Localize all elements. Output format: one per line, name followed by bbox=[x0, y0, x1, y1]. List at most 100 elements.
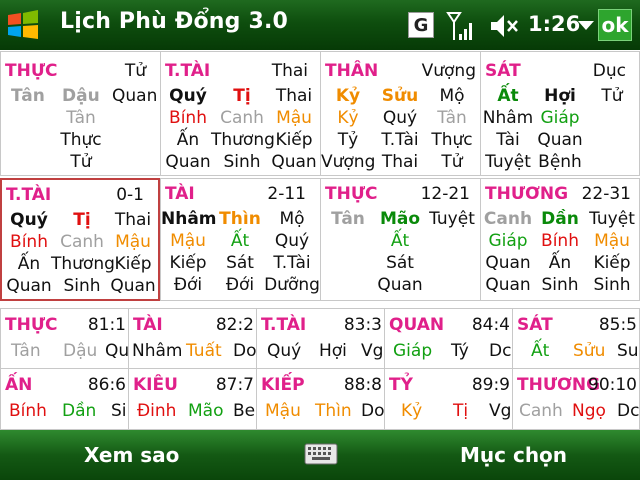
hidden-stem: Mậu bbox=[170, 231, 206, 251]
life-stage: Dc bbox=[489, 341, 512, 361]
life-stage: Sinh bbox=[63, 276, 101, 296]
pillar-cell-day[interactable]: T.TÀI Thai Quý Tị Thai Bính Canh Mậu Ấn … bbox=[160, 51, 321, 176]
pillar-cell-month[interactable]: THÂN Vượng Kỷ Sửu Mộ Kỷ Quý Tân Tỷ T.Tài… bbox=[320, 51, 481, 176]
cell-status: Thai bbox=[271, 61, 308, 81]
year-index: 86:6 bbox=[87, 375, 126, 395]
year-index: 81:1 bbox=[87, 315, 126, 335]
cell-title: THỰC bbox=[5, 61, 58, 81]
xem-sao-button[interactable]: Xem sao bbox=[84, 443, 179, 467]
luck-cell[interactable]: THỰC 12-21 Tân Mão Tuyệt Ất Sát Quan bbox=[320, 178, 481, 301]
earthly-branch: Sửu bbox=[573, 341, 606, 361]
year-cell[interactable]: QUAN 84:4 Giáp Tý Dc bbox=[384, 308, 513, 369]
life-stage: Tử bbox=[441, 152, 463, 172]
life-stage: Su bbox=[617, 341, 639, 361]
heavenly-stem: Nhâm bbox=[132, 341, 183, 361]
hidden-stem: Giáp bbox=[488, 231, 528, 251]
life-stage: Sinh bbox=[223, 152, 261, 172]
ten-god: Tài bbox=[496, 130, 520, 150]
year-cell[interactable]: THƯƠNG 90:10 Canh Ngọ Dc bbox=[512, 368, 640, 430]
life-stage: Vg bbox=[489, 401, 512, 421]
ten-god: Ấn bbox=[548, 253, 572, 273]
cell-status: Dục bbox=[592, 61, 626, 81]
title-bar: Lịch Phù Đổng 3.0 G 1:26 ok bbox=[0, 0, 640, 50]
life-stage: Bệnh bbox=[538, 152, 582, 172]
year-index: 85:5 bbox=[598, 315, 637, 335]
life-stage: Qu bbox=[105, 341, 129, 361]
cell-title: THÂN bbox=[325, 61, 379, 81]
life-stage: Đới bbox=[225, 275, 255, 295]
cell-title: T.TÀI bbox=[6, 185, 52, 205]
keyboard-icon[interactable] bbox=[304, 442, 338, 466]
volume-mute-icon[interactable] bbox=[488, 12, 520, 40]
ten-god: Thực bbox=[431, 130, 473, 150]
clock[interactable]: 1:26 bbox=[528, 12, 580, 36]
ten-god: Thương bbox=[51, 254, 115, 274]
hidden-stem: Tân bbox=[437, 108, 467, 128]
hidden-stem: Mậu bbox=[594, 231, 630, 251]
cell-status-2: Tuyệt bbox=[589, 209, 635, 229]
cell-title: ẤN bbox=[5, 375, 33, 395]
cell-title: SÁT bbox=[517, 315, 553, 335]
luck-cell[interactable]: THƯƠNG 22-31 Canh Dần Tuyệt Giáp Bính Mậ… bbox=[480, 178, 640, 301]
year-cell[interactable]: ẤN 86:6 Bính Dần Si bbox=[0, 368, 129, 430]
ten-god: Tỷ bbox=[337, 130, 359, 150]
cell-title: TỶ bbox=[389, 375, 413, 395]
life-stage: Quan bbox=[485, 275, 531, 295]
year-cell[interactable]: TỶ 89:9 Kỷ Tị Vg bbox=[384, 368, 513, 430]
life-stage: Do bbox=[233, 341, 257, 361]
cell-title: T.TÀI bbox=[165, 61, 211, 81]
earthly-branch: Tị bbox=[73, 210, 91, 230]
earthly-branch: Dần bbox=[541, 209, 579, 229]
hidden-stem: Ất bbox=[390, 231, 410, 251]
earthly-branch: Tuất bbox=[186, 341, 222, 361]
earthly-branch: Dậu bbox=[63, 341, 98, 361]
year-cell[interactable]: KIẾP 88:8 Mậu Thìn Do bbox=[256, 368, 385, 430]
age-range: 0-1 bbox=[116, 185, 144, 205]
year-cell[interactable]: THỰC 81:1 Tân Dậu Qu bbox=[0, 308, 129, 369]
g-icon[interactable]: G bbox=[408, 12, 434, 38]
hidden-stem: Canh bbox=[220, 108, 264, 128]
year-cell[interactable]: KIÊU 87:7 Đinh Mão Be bbox=[128, 368, 257, 430]
year-index: 83:3 bbox=[343, 315, 382, 335]
app-title: Lịch Phù Đổng 3.0 bbox=[60, 9, 289, 34]
life-stage: Dưỡng bbox=[264, 275, 320, 295]
year-cell[interactable]: SÁT 85:5 Ất Sửu Su bbox=[512, 308, 640, 369]
pillar-cell-year[interactable]: SÁT Dục Ất Hợi Tử Nhâm Giáp Tài Quan Tuy… bbox=[480, 51, 640, 176]
life-stage: Tử bbox=[70, 152, 92, 172]
luck-cell[interactable]: TÀI 2-11 Nhâm Thìn Mộ Mậu Ất Quý Kiếp Sá… bbox=[160, 178, 321, 301]
hidden-stem: Bính bbox=[541, 231, 579, 251]
year-cell[interactable]: TÀI 82:2 Nhâm Tuất Do bbox=[128, 308, 257, 369]
hidden-stem: Canh bbox=[60, 232, 104, 252]
ten-god: Quan bbox=[485, 253, 531, 273]
ok-button[interactable]: ok bbox=[598, 9, 632, 41]
dropdown-arrow-icon[interactable] bbox=[578, 21, 594, 30]
cell-title: THỰC bbox=[325, 184, 378, 204]
earthly-branch: Tý bbox=[451, 341, 469, 361]
life-stage: Be bbox=[233, 401, 256, 421]
heavenly-stem: Đinh bbox=[137, 401, 177, 421]
heavenly-stem: Quý bbox=[169, 86, 207, 106]
life-stage: Tuyệt bbox=[485, 152, 531, 172]
hidden-stem: Nhâm bbox=[482, 108, 534, 128]
ten-god: Kiếp bbox=[169, 253, 207, 273]
year-index: 87:7 bbox=[215, 375, 254, 395]
year-index: 90:10 bbox=[588, 375, 637, 395]
life-stage: Sinh bbox=[593, 275, 631, 295]
muc-chon-button[interactable]: Mục chọn bbox=[460, 443, 567, 467]
earthly-branch: Thìn bbox=[315, 401, 352, 421]
hidden-stem: Mậu bbox=[115, 232, 151, 252]
ten-god: Kiếp bbox=[275, 130, 313, 150]
luck-cell-selected[interactable]: T.TÀI 0-1 Quý Tị Thai Bính Canh Mậu Ấn T… bbox=[0, 178, 160, 301]
earthly-branch: Tị bbox=[453, 401, 469, 421]
year-cell[interactable]: T.TÀI 83:3 Quý Hợi Vg bbox=[256, 308, 385, 369]
windows-logo-icon[interactable] bbox=[4, 6, 42, 44]
pillar-cell-hour[interactable]: THỰC Tử Tân Dậu Quan Tân Thực Tử bbox=[0, 51, 161, 176]
signal-icon[interactable] bbox=[446, 10, 476, 42]
life-stage: Đới bbox=[173, 275, 203, 295]
cell-status-2: Quan bbox=[112, 86, 158, 106]
heavenly-stem: Quý bbox=[267, 341, 302, 361]
earthly-branch: Sửu bbox=[381, 86, 419, 106]
life-stage: Vg bbox=[361, 341, 384, 361]
hidden-stem: Quý bbox=[382, 108, 418, 128]
cell-title: QUAN bbox=[389, 315, 445, 335]
